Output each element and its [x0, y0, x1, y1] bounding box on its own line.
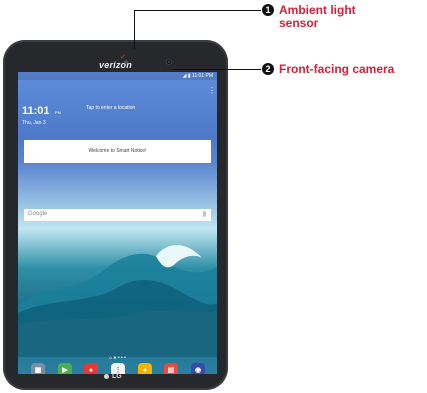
camera-app-icon[interactable]: ◉: [191, 363, 205, 374]
search-placeholder: Google: [28, 211, 48, 217]
wave-wallpaper: [18, 244, 217, 357]
play-store-icon[interactable]: ▶: [58, 363, 72, 374]
weather-location-prompt[interactable]: Tap to enter a location: [86, 105, 135, 111]
more-options-icon[interactable]: ⋮: [208, 87, 216, 95]
status-bar: ◢ ▮ 11:01 PM: [18, 72, 217, 80]
sensor-callout-vertical-line: [134, 10, 135, 49]
google-search-bar[interactable]: Google: [24, 209, 211, 221]
status-icons: ◢ ▮ 11:01 PM: [182, 73, 213, 79]
ambient-light-sensor: [124, 60, 128, 64]
sensor-callout-horizontal-line: [134, 10, 261, 11]
messaging-icon[interactable]: ●: [138, 363, 152, 374]
manufacturer-name: LG: [112, 373, 122, 380]
callout-2-label: Front-facing camera: [279, 62, 395, 76]
page-indicator: ⌂ ● • • •: [109, 355, 126, 361]
camera-callout-line: [172, 69, 261, 70]
callout-1-label: Ambient light sensor: [279, 3, 356, 30]
clock-widget[interactable]: 11:01 PM Thu, Jan 3: [22, 101, 61, 126]
clock-date: Thu, Jan 3: [22, 120, 46, 126]
microphone-icon[interactable]: [203, 211, 206, 217]
chrome-icon[interactable]: ●: [84, 363, 98, 374]
callout-1-number: 1: [262, 4, 274, 16]
clock-ampm: PM: [54, 110, 61, 115]
clock-time: 11:01: [22, 105, 50, 117]
manufacturer-logo: LG: [104, 373, 129, 380]
lg-dot-icon: [104, 373, 109, 379]
folder-icon[interactable]: ▦: [31, 363, 45, 374]
verizon-app-icon[interactable]: ▤: [164, 363, 178, 374]
callout-2-number: 2: [262, 63, 274, 75]
front-camera: [166, 59, 172, 65]
smart-notice-card[interactable]: Welcome to Smart Notice!: [24, 140, 211, 163]
screen: ◢ ▮ 11:01 PM 11:01 PM Thu, Jan 3 Tap to …: [18, 72, 217, 374]
tablet-device: verizon ◢ ▮ 11:01 PM 11:01 PM Thu, Jan 3…: [3, 40, 228, 390]
